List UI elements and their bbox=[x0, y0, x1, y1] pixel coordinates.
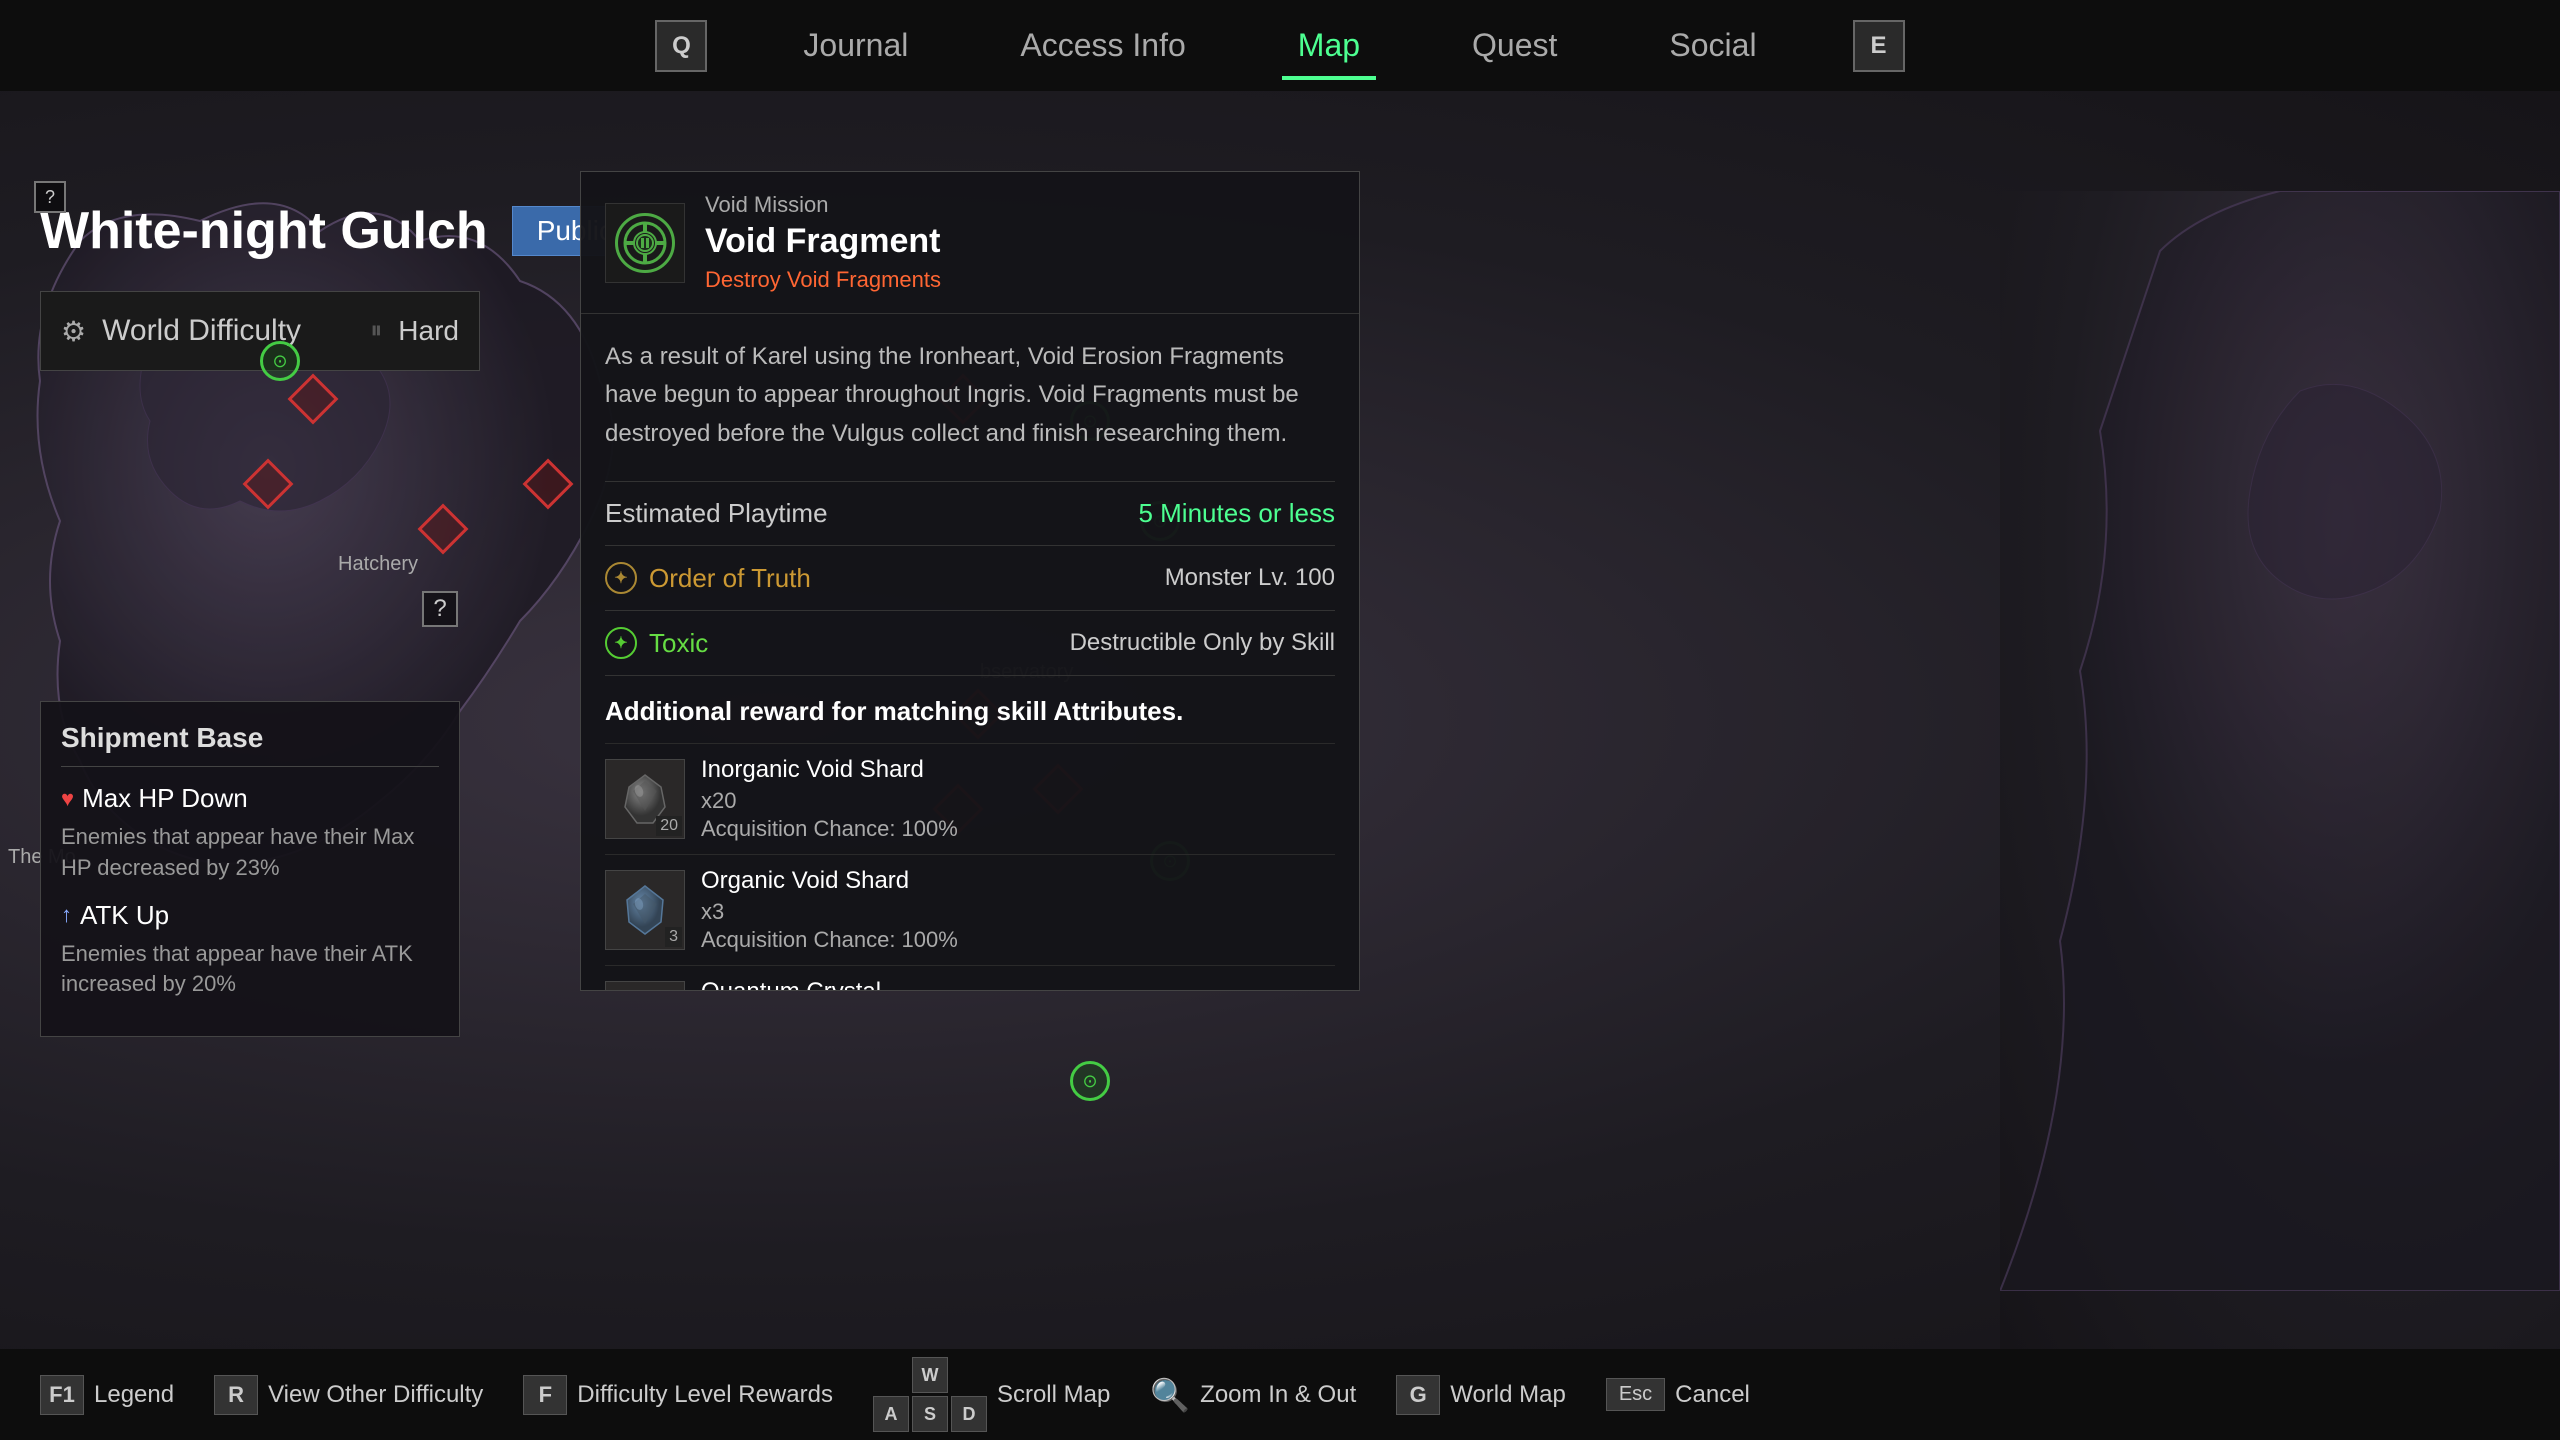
reward-header: Additional reward for matching skill Att… bbox=[605, 675, 1335, 743]
nav-item-map[interactable]: Map bbox=[1282, 19, 1376, 72]
wasd-keys: W A S D bbox=[873, 1357, 987, 1432]
r-key: R bbox=[214, 1375, 258, 1415]
difficulty-rewards-button[interactable]: F Difficulty Level Rewards bbox=[523, 1375, 833, 1415]
view-difficulty-label: View Other Difficulty bbox=[268, 1381, 483, 1409]
map-area: White-night Gulch Public ⚙ World Difficu… bbox=[0, 91, 2560, 1349]
nav-item-quest[interactable]: Quest bbox=[1456, 19, 1573, 72]
mission-type: Void Mission bbox=[705, 192, 1335, 218]
effect-max-hp: ♥ Max HP Down Enemies that appear have t… bbox=[61, 783, 439, 884]
zoom-label: Zoom In & Out bbox=[1200, 1381, 1356, 1409]
mission-panel: Void Mission Void Fragment Destroy Void … bbox=[580, 171, 1360, 991]
mission-subtitle: Destroy Void Fragments bbox=[705, 267, 1335, 293]
organic-chance: Acquisition Chance: 100% bbox=[701, 927, 1335, 953]
a-key: A bbox=[873, 1396, 909, 1432]
arrow-icon: ↑ bbox=[61, 902, 72, 928]
mission-name: Void Fragment bbox=[705, 222, 1335, 261]
heart-icon: ♥ bbox=[61, 786, 74, 812]
effect-atk-title: ↑ ATK Up bbox=[61, 900, 439, 931]
mission-description: As a result of Karel using the Ironheart… bbox=[605, 338, 1335, 453]
map-marker-green-5[interactable]: ⊙ bbox=[1070, 1061, 1110, 1101]
cancel-label: Cancel bbox=[1675, 1381, 1750, 1409]
difficulty-rewards-label: Difficulty Level Rewards bbox=[577, 1381, 833, 1409]
inorganic-name: Inorganic Void Shard bbox=[701, 756, 1335, 784]
organic-qty: x3 bbox=[701, 899, 1335, 925]
zoom-icon: 🔍 bbox=[1150, 1376, 1190, 1414]
mission-icon bbox=[615, 213, 675, 273]
reward-item-crystal: 750 Quantum Crystal x750 Acquisition Cha… bbox=[605, 965, 1335, 991]
cancel-button[interactable]: Esc Cancel bbox=[1606, 1378, 1750, 1411]
marker-question-2[interactable]: ? bbox=[34, 181, 66, 213]
w-key: W bbox=[912, 1357, 948, 1393]
world-header: White-night Gulch Public bbox=[40, 201, 638, 261]
marker-question-1[interactable]: ? bbox=[422, 591, 458, 627]
difficulty-icon: ⚙ bbox=[61, 315, 86, 348]
zoom-button[interactable]: 🔍 Zoom In & Out bbox=[1150, 1376, 1356, 1414]
world-map-button[interactable]: G World Map bbox=[1396, 1375, 1566, 1415]
truth-icon: ✦ bbox=[605, 562, 637, 594]
scroll-map-label: Scroll Map bbox=[997, 1381, 1110, 1409]
top-nav: Q Journal Access Info Map Quest Social E bbox=[0, 0, 2560, 91]
effect-max-hp-title: ♥ Max HP Down bbox=[61, 783, 439, 814]
crystal-info: Quantum Crystal x750 Acquisition Chance:… bbox=[701, 978, 1335, 991]
truth-detail: Monster Lv. 100 bbox=[1165, 564, 1335, 592]
organic-shard-icon-wrap: 3 bbox=[605, 870, 685, 950]
difficulty-separator: ⏸ bbox=[370, 317, 382, 345]
g-key: G bbox=[1396, 1375, 1440, 1415]
nav-item-social[interactable]: Social bbox=[1653, 19, 1772, 72]
world-name: White-night Gulch bbox=[40, 201, 488, 261]
toxic-detail: Destructible Only by Skill bbox=[1070, 629, 1335, 657]
organic-name: Organic Void Shard bbox=[701, 867, 1335, 895]
crystal-icon-wrap: 750 bbox=[605, 981, 685, 991]
tag-order-of-truth: ✦ Order of Truth Monster Lv. 100 bbox=[605, 545, 1335, 610]
f-key: F bbox=[523, 1375, 567, 1415]
inorganic-shard-icon-wrap: 20 bbox=[605, 759, 685, 839]
nav-key-q[interactable]: Q bbox=[655, 20, 707, 72]
mission-info: Void Mission Void Fragment Destroy Void … bbox=[705, 192, 1335, 293]
mission-icon-wrapper bbox=[605, 203, 685, 283]
shipment-title: Shipment Base bbox=[61, 722, 439, 767]
legend-button[interactable]: F1 Legend bbox=[40, 1375, 174, 1415]
effect-atk-desc: Enemies that appear have their ATK incre… bbox=[61, 939, 439, 1001]
location-hatchery: Hatchery bbox=[338, 553, 418, 576]
bottom-bar: F1 Legend R View Other Difficulty F Diff… bbox=[0, 1349, 2560, 1440]
reward-item-inorganic: 20 Inorganic Void Shard x20 Acquisition … bbox=[605, 743, 1335, 854]
organic-info: Organic Void Shard x3 Acquisition Chance… bbox=[701, 867, 1335, 953]
inorganic-chance: Acquisition Chance: 100% bbox=[701, 816, 1335, 842]
nav-key-e[interactable]: E bbox=[1853, 20, 1905, 72]
view-other-difficulty-button[interactable]: R View Other Difficulty bbox=[214, 1375, 483, 1415]
mission-header: Void Mission Void Fragment Destroy Void … bbox=[581, 172, 1359, 314]
inorganic-info: Inorganic Void Shard x20 Acquisition Cha… bbox=[701, 756, 1335, 842]
esc-key: Esc bbox=[1606, 1378, 1665, 1411]
organic-count: 3 bbox=[665, 927, 682, 947]
nav-item-access-info[interactable]: Access Info bbox=[1004, 19, 1201, 72]
difficulty-value: Hard bbox=[398, 315, 459, 347]
legend-label: Legend bbox=[94, 1381, 174, 1409]
crystal-name: Quantum Crystal bbox=[701, 978, 1335, 991]
difficulty-label: World Difficulty bbox=[102, 314, 354, 348]
effect-max-hp-desc: Enemies that appear have their Max HP de… bbox=[61, 822, 439, 884]
nav-item-journal[interactable]: Journal bbox=[787, 19, 924, 72]
terrain-right bbox=[2000, 191, 2560, 1349]
tag-toxic: ✦ Toxic Destructible Only by Skill bbox=[605, 610, 1335, 675]
playtime-label: Estimated Playtime bbox=[605, 498, 828, 529]
reward-item-organic: 3 Organic Void Shard x3 Acquisition Chan… bbox=[605, 854, 1335, 965]
f1-key: F1 bbox=[40, 1375, 84, 1415]
map-marker-green-1[interactable]: ⊙ bbox=[260, 341, 300, 381]
effect-atk-up: ↑ ATK Up Enemies that appear have their … bbox=[61, 900, 439, 1001]
toxic-icon: ✦ bbox=[605, 627, 637, 659]
d-key: D bbox=[951, 1396, 987, 1432]
scroll-map-button[interactable]: W A S D Scroll Map bbox=[873, 1357, 1110, 1432]
playtime-stat: Estimated Playtime 5 Minutes or less bbox=[605, 481, 1335, 545]
inorganic-count: 20 bbox=[656, 816, 682, 836]
s-key: S bbox=[912, 1396, 948, 1432]
toxic-name: Toxic bbox=[649, 628, 1058, 659]
shipment-tooltip: Shipment Base ♥ Max HP Down Enemies that… bbox=[40, 701, 460, 1037]
world-map-label: World Map bbox=[1450, 1381, 1566, 1409]
inorganic-qty: x20 bbox=[701, 788, 1335, 814]
mission-body: As a result of Karel using the Ironheart… bbox=[581, 314, 1359, 991]
truth-name: Order of Truth bbox=[649, 563, 1153, 594]
playtime-value: 5 Minutes or less bbox=[1138, 498, 1335, 529]
